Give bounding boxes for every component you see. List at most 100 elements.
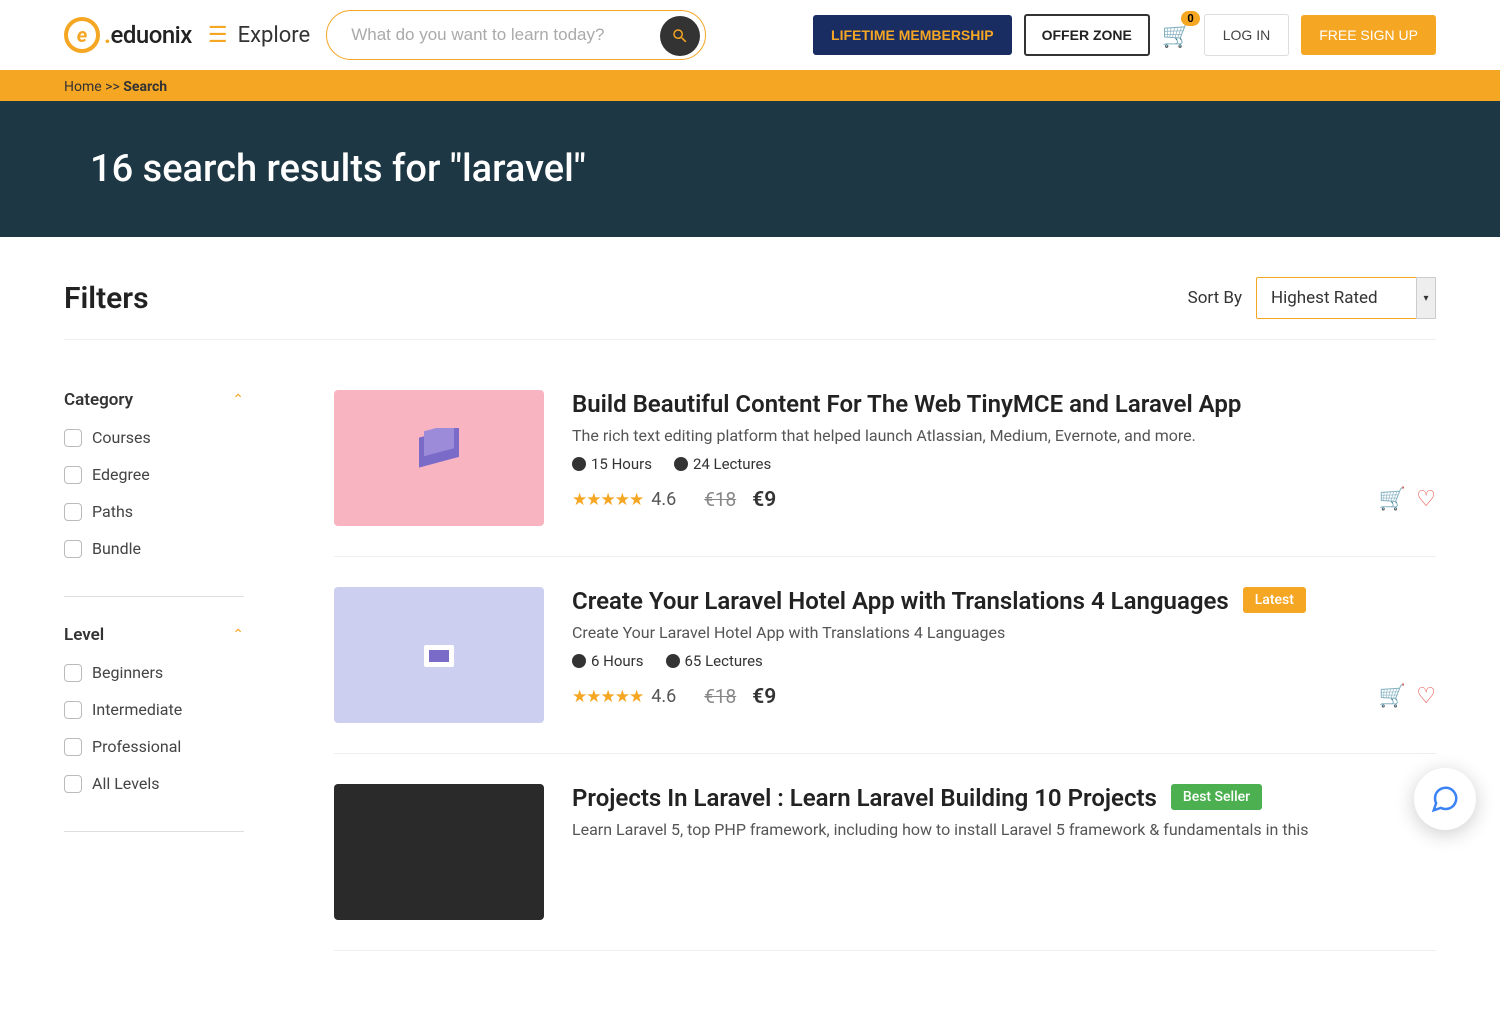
filter-option[interactable]: Professional [64,737,244,756]
course-title[interactable]: Projects In Laravel : Learn Laravel Buil… [572,784,1157,812]
rating-value: 4.6 [651,489,676,510]
play-icon [674,457,688,471]
filter-title: Category [64,390,133,410]
sort-label: Sort By [1188,288,1242,308]
checkbox[interactable] [64,701,82,719]
filter-label: Bundle [92,539,141,558]
top-bar: Filters Sort By Highest Rated ▾ [64,277,1436,340]
results-list: Build Beautiful Content For The Web Tiny… [334,390,1436,981]
course-body: Create Your Laravel Hotel App with Trans… [572,587,1436,723]
add-to-cart-icon[interactable]: 🛒 [1379,684,1406,709]
explore-label: Explore [238,23,311,48]
chevron-down-icon[interactable]: ▾ [1416,277,1436,319]
filter-label: Intermediate [92,700,182,719]
star-rating: ★★★★★ [572,490,643,510]
lectures-meta: 65 Lectures [666,652,763,670]
chevron-up-icon: ⌃ [232,392,244,408]
course-bottom: ★★★★★4.6€18€9🛒♡ [572,684,1436,709]
filter-option[interactable]: All Levels [64,774,244,793]
cart-button[interactable]: 🛒 0 [1162,21,1192,49]
logo-text: .eduonix [104,21,192,49]
chat-widget[interactable] [1414,768,1476,830]
hours-meta: 15 Hours [572,455,652,473]
filter-label: Paths [92,502,133,521]
page-title: 16 search results for "laravel" [90,147,1410,191]
clock-icon [572,457,586,471]
price-old: €18 [704,685,736,708]
checkbox[interactable] [64,540,82,558]
filters-heading: Filters [64,281,149,316]
search-input[interactable] [326,10,706,60]
filter-section: Level ⌃ Beginners Intermediate Professional A… [64,625,244,832]
course-body: Build Beautiful Content For The Web Tiny… [572,390,1436,526]
checkbox[interactable] [64,503,82,521]
play-icon [666,654,680,668]
filter-option[interactable]: Bundle [64,539,244,558]
course-title[interactable]: Create Your Laravel Hotel App with Trans… [572,587,1229,615]
course-thumbnail[interactable] [334,587,544,723]
filter-label: Beginners [92,663,163,682]
filter-toggle[interactable]: Category ⌃ [64,390,244,410]
search-icon [671,27,689,45]
wishlist-icon[interactable]: ♡ [1416,487,1436,512]
price-new: €9 [752,488,776,512]
course-meta: 15 Hours 24 Lectures [572,455,1436,473]
course-body: Projects In Laravel : Learn Laravel Buil… [572,784,1436,920]
offer-button[interactable]: OFFER ZONE [1024,14,1150,56]
header-right: LIFETIME MEMBERSHIP OFFER ZONE 🛒 0 LOG I… [813,14,1436,56]
course-thumbnail[interactable] [334,390,544,526]
filter-label: All Levels [92,774,159,793]
sort-box: Sort By Highest Rated ▾ [1188,277,1436,319]
logo[interactable]: e .eduonix [64,17,192,53]
breadcrumb-home[interactable]: Home [64,79,102,95]
filter-option[interactable]: Beginners [64,663,244,682]
sidebar: Category ⌃ Courses Edegree Paths Bundle Level ⌃… [64,390,244,981]
course-bottom: ★★★★★4.6€18€9🛒♡ [572,487,1436,512]
hamburger-icon: ☰ [208,23,228,48]
breadcrumb-current: Search [123,79,167,95]
hero: 16 search results for "laravel" [0,101,1500,237]
checkbox[interactable] [64,738,82,756]
filter-option[interactable]: Edegree [64,465,244,484]
checkbox[interactable] [64,664,82,682]
course-description: The rich text editing platform that help… [572,426,1436,445]
chevron-up-icon: ⌃ [232,627,244,643]
checkbox[interactable] [64,429,82,447]
signup-button[interactable]: FREE SIGN UP [1301,15,1436,55]
search-button[interactable] [660,16,700,56]
filter-option[interactable]: Courses [64,428,244,447]
login-button[interactable]: LOG IN [1204,14,1289,56]
filter-option[interactable]: Paths [64,502,244,521]
checkbox[interactable] [64,466,82,484]
filter-title: Level [64,625,104,645]
explore-menu[interactable]: ☰ Explore [208,23,310,48]
course-card[interactable]: Create Your Laravel Hotel App with Trans… [334,587,1436,754]
sort-select[interactable]: Highest Rated [1256,277,1436,319]
wishlist-icon[interactable]: ♡ [1416,684,1436,709]
add-to-cart-icon[interactable]: 🛒 [1379,487,1406,512]
course-thumbnail[interactable] [334,784,544,920]
filter-label: Professional [92,737,181,756]
rating-value: 4.6 [651,686,676,707]
search-box [326,10,706,60]
course-badge: Best Seller [1171,784,1262,810]
course-description: Create Your Laravel Hotel App with Trans… [572,623,1436,642]
logo-icon: e [64,17,100,53]
filter-toggle[interactable]: Level ⌃ [64,625,244,645]
membership-button[interactable]: LIFETIME MEMBERSHIP [813,15,1012,55]
course-meta: 6 Hours 65 Lectures [572,652,1436,670]
header: e .eduonix ☰ Explore LIFETIME MEMBERSHIP… [0,0,1500,73]
cart-badge: 0 [1181,11,1199,26]
filter-option[interactable]: Intermediate [64,700,244,719]
course-title[interactable]: Build Beautiful Content For The Web Tiny… [572,390,1241,418]
course-card[interactable]: Build Beautiful Content For The Web Tiny… [334,390,1436,557]
filter-section: Category ⌃ Courses Edegree Paths Bundle [64,390,244,597]
star-rating: ★★★★★ [572,687,643,707]
hours-meta: 6 Hours [572,652,644,670]
checkbox[interactable] [64,775,82,793]
chat-icon [1430,784,1460,814]
filter-label: Courses [92,428,151,447]
course-card[interactable]: Projects In Laravel : Learn Laravel Buil… [334,784,1436,951]
clock-icon [572,654,586,668]
breadcrumb: Home >> Search [0,73,1500,101]
